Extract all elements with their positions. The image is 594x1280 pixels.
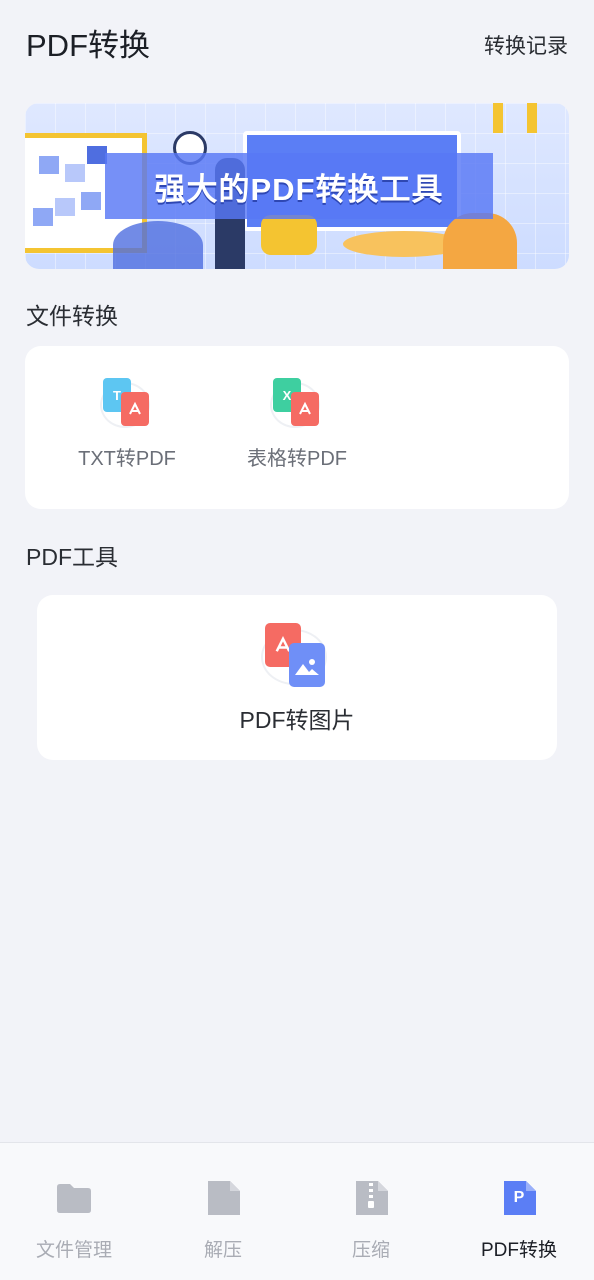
promo-banner[interactable]: 强大的PDF转换工具	[25, 103, 569, 269]
conversion-history-link[interactable]: 转换记录	[484, 30, 568, 60]
banner-plant-illustration	[113, 221, 203, 269]
zip-icon	[352, 1179, 390, 1217]
tool-label: 表格转PDF	[247, 448, 347, 470]
pdf-tools-section-label: PDF工具	[26, 544, 118, 570]
image-badge-icon	[289, 643, 325, 687]
tool-label: TXT转PDF	[78, 448, 176, 470]
file-convert-card: T TXT转PDF X 表格转PDF	[25, 346, 569, 509]
pdf-to-image-icon	[261, 623, 329, 687]
txt-to-pdf-icon: T	[100, 378, 151, 428]
tab-extract[interactable]: 解压	[163, 1179, 283, 1262]
banner-lamp-illustration	[527, 103, 537, 133]
sheet-to-pdf-icon: X	[270, 378, 321, 428]
pdf-convert-icon: P	[500, 1179, 538, 1217]
banner-person-illustration	[443, 213, 517, 269]
tool-label: PDF转图片	[239, 707, 355, 733]
tab-label: 解压	[203, 1240, 242, 1261]
banner-chair-illustration	[261, 215, 317, 255]
sheet-to-pdf-tool[interactable]: X 表格转PDF	[239, 378, 355, 471]
banner-lamp-illustration	[493, 103, 503, 133]
pdf-tools-card: PDF转图片	[37, 595, 557, 760]
tab-file-manager[interactable]: 文件管理	[14, 1179, 134, 1262]
pdf-badge-icon	[291, 392, 319, 426]
page-title: PDF转换	[26, 28, 150, 63]
extract-icon	[204, 1179, 242, 1217]
tab-compress[interactable]: 压缩	[311, 1179, 431, 1262]
folder-icon	[55, 1179, 93, 1217]
pdf-badge-icon	[121, 392, 149, 426]
bottom-tab-bar: 文件管理 解压 压缩 P PDF转换	[0, 1142, 594, 1280]
file-convert-section-label: 文件转换	[26, 303, 118, 329]
txt-to-pdf-tool[interactable]: T TXT转PDF	[69, 378, 185, 471]
pdf-convert-icon-letter: P	[513, 1189, 525, 1206]
tab-pdf-convert[interactable]: P PDF转换	[459, 1179, 579, 1262]
tab-label: 压缩	[351, 1240, 390, 1261]
banner-caption: 强大的PDF转换工具	[105, 153, 493, 219]
tab-label: PDF转换	[480, 1240, 557, 1261]
header: PDF转换 转换记录	[0, 0, 594, 90]
tab-label: 文件管理	[35, 1240, 112, 1261]
pdf-to-image-tool[interactable]: PDF转图片	[217, 623, 377, 735]
